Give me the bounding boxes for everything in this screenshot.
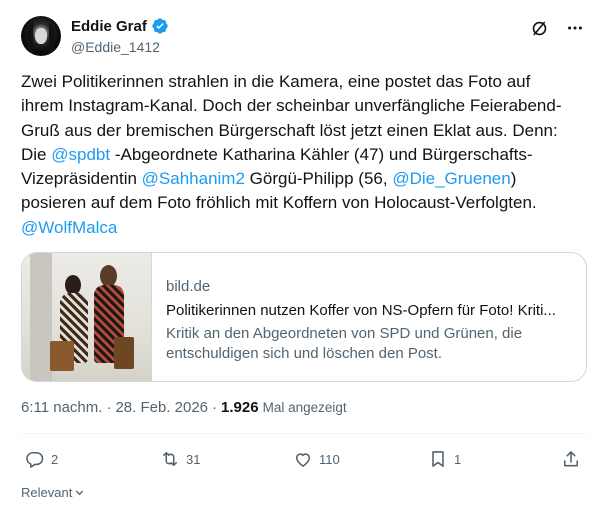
views-count: 1.926: [221, 399, 259, 416]
tweet-text-line: Gruß aus der bremischen Bürgerschaft lös…: [21, 120, 558, 140]
author-display-name[interactable]: Eddie Graf: [71, 18, 147, 35]
tweet-time[interactable]: 6:11 nachm.: [21, 399, 102, 416]
meta-separator: ·: [212, 399, 218, 416]
heart-icon: [295, 453, 311, 467]
repost-count: 31: [186, 451, 201, 467]
repost-button[interactable]: 31: [160, 449, 200, 469]
bookmark-count: 1: [454, 451, 462, 467]
tweet-text-fragment: Die: [21, 144, 52, 164]
bookmark-button[interactable]: 1: [428, 449, 461, 469]
tweet-text-line: posieren auf dem Foto fröhlich mit Koffe…: [21, 193, 537, 213]
author-handle[interactable]: @Eddie_1412: [71, 39, 160, 55]
tweet-text-fragment: -Abgeordnete Katharina Kähler (47) und B…: [110, 144, 533, 164]
action-bar: 2 31 110 1: [21, 449, 587, 477]
views-label: Mal angezeigt: [262, 400, 347, 415]
card-title: Politikerinnen nutzen Koffer von NS-Opfe…: [166, 302, 556, 319]
link-preview-card[interactable]: bild.de Politikerinnen nutzen Koffer von…: [21, 252, 587, 382]
repost-icon: [162, 451, 178, 467]
like-button[interactable]: 110: [293, 449, 340, 469]
tweet-text-fragment: Görgü-Philipp (56,: [244, 169, 393, 189]
tweet-detail: Eddie Graf @Eddie_1412 Zwei Politikerinn…: [0, 0, 607, 518]
tweet-meta: 6:11 nachm. · 28. Feb. 2026 · 1.926 Mal …: [21, 399, 347, 416]
avatar[interactable]: [21, 16, 61, 56]
share-icon: [563, 451, 579, 467]
card-body: bild.de Politikerinnen nutzen Koffer von…: [166, 277, 576, 364]
mention-link[interactable]: @spdbt: [51, 145, 110, 164]
reply-button[interactable]: 2: [25, 449, 58, 469]
share-button[interactable]: [561, 449, 581, 469]
tweet-text-line: Zwei Politikerinnen strahlen in die Kame…: [21, 72, 531, 91]
tweet-text-fragment: Vizepräsidentin: [21, 169, 142, 189]
card-domain: bild.de: [166, 278, 211, 295]
reply-icon: [26, 451, 44, 468]
reply-sort-label: Relevant: [21, 485, 73, 500]
tweet-date[interactable]: 28. Feb. 2026: [115, 399, 208, 416]
like-count: 110: [319, 451, 340, 467]
card-thumbnail: [22, 253, 152, 381]
verified-badge-icon: [152, 18, 168, 34]
tweet-text-line: ihrem Instagram-Kanal. Doch der scheinba…: [21, 96, 562, 116]
reply-count: 2: [51, 451, 59, 467]
reply-sort-dropdown[interactable]: Relevant: [21, 485, 85, 500]
divider: [21, 433, 587, 434]
tweet-text: Zwei Politikerinnen strahlen in die Kame…: [21, 70, 591, 240]
meta-separator: ·: [106, 399, 112, 416]
bookmark-icon: [432, 451, 444, 467]
tweet-text-fragment: ): [510, 169, 517, 189]
chevron-down-icon: [76, 490, 84, 496]
card-description: Kritik an den Abgeordneten von SPD und G…: [166, 325, 523, 362]
mention-link[interactable]: @Die_Gruenen: [392, 169, 510, 188]
more-icon[interactable]: [565, 18, 585, 38]
top-actions: [529, 18, 585, 38]
author-name-row: Eddie Graf: [71, 17, 169, 35]
mention-link[interactable]: @Sahhanim2: [142, 169, 245, 188]
mention-link[interactable]: @WolfMalca: [21, 218, 117, 237]
grok-icon[interactable]: [529, 18, 549, 38]
